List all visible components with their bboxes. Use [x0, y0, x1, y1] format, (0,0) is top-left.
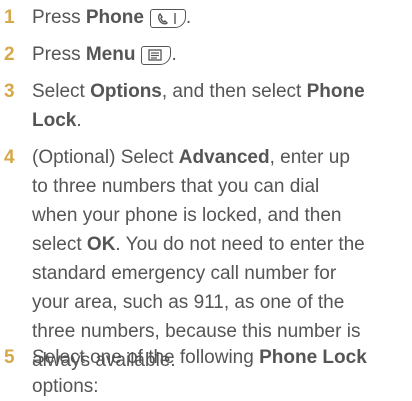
text-line: Lock. [32, 110, 82, 131]
step-text: (Optional) Select Advanced, enter up to … [32, 143, 410, 375]
text-line: to three numbers that you can dial [32, 176, 320, 197]
text-line: three numbers, because this number is [32, 321, 361, 342]
text-line: Select Options, and then select Phone [32, 81, 365, 102]
step-number: 1 [4, 7, 15, 28]
text-line: when your phone is locked, and then [32, 205, 342, 226]
text-line: standard emergency call number for [32, 263, 337, 284]
text-line: select OK. You do not need to enter the [32, 234, 365, 255]
text-line: options: [32, 376, 99, 397]
text-line: your area, such as 911, as one of the [32, 292, 345, 313]
step-number: 4 [4, 147, 15, 168]
text-line: (Optional) Select Advanced, enter up [32, 147, 350, 168]
step-text: Press Menu . [32, 44, 177, 65]
step-text: Select Options, and then select Phone Lo… [32, 77, 410, 135]
menu-key-icon [141, 46, 172, 65]
phone-key-icon [149, 9, 186, 28]
text-line: Select one of the following Phone Lock [32, 347, 367, 368]
step-text: Press Phone . [32, 7, 192, 28]
step-number: 5 [4, 347, 15, 368]
step-text: Select one of the following Phone Lock o… [32, 343, 410, 401]
step-number: 3 [4, 81, 15, 102]
step-number: 2 [4, 44, 15, 65]
